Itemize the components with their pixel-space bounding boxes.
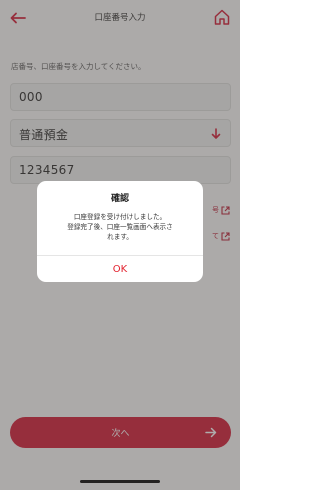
dialog-message-line-3: れます。 bbox=[107, 233, 133, 241]
dialog-message-line-2: 登録完了後、口座一覧画面へ表示さ bbox=[67, 223, 173, 231]
confirm-dialog: 確認 口座登録を受け付けしました。 登録完了後、口座一覧画面へ表示さ れます。 … bbox=[37, 181, 203, 282]
ok-button[interactable]: OK bbox=[37, 256, 203, 282]
dialog-title: 確認 bbox=[110, 194, 129, 204]
dialog-message-line-1: 口座登録を受け付けしました。 bbox=[73, 213, 167, 221]
